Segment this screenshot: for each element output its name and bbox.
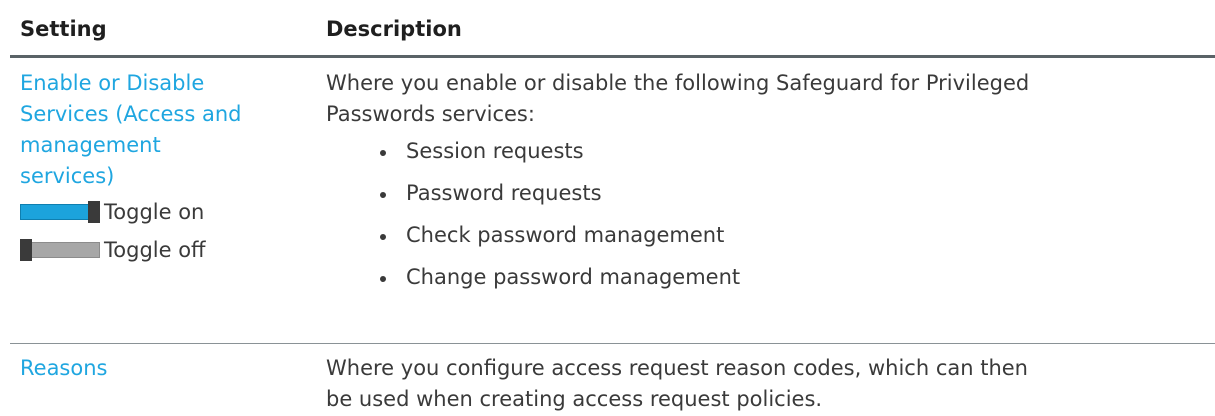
list-item: Change password management	[380, 264, 1215, 290]
description-text: Where you configure access request reaso…	[326, 353, 1215, 415]
table-header-row: Setting Description	[10, 0, 1215, 58]
toggle-off-legend: Toggle off	[20, 232, 320, 268]
list-item: Session requests	[380, 138, 1215, 164]
header-description: Description	[326, 17, 462, 41]
table-row: Enable or Disable Services (Access and m…	[10, 58, 1215, 344]
link-line: Enable or Disable	[20, 71, 205, 95]
description-text: Where you enable or disable the followin…	[326, 68, 1215, 130]
reasons-link[interactable]: Reasons	[20, 353, 320, 384]
table-row: Reasons Where you configure access reque…	[10, 344, 1215, 415]
setting-cell: Enable or Disable Services (Access and m…	[10, 68, 320, 343]
description-line: Passwords services:	[326, 102, 535, 126]
toggle-on-legend: Toggle on	[20, 194, 320, 230]
link-line: Services (Access and	[20, 102, 242, 126]
description-line: Where you configure access request reaso…	[326, 356, 1028, 380]
setting-cell: Reasons	[10, 353, 320, 415]
toggle-on-icon	[20, 201, 100, 223]
toggle-off-label: Toggle off	[104, 238, 206, 262]
settings-table: Setting Description Enable or Disable Se…	[10, 0, 1215, 415]
list-item: Check password management	[380, 222, 1215, 248]
header-setting: Setting	[20, 17, 107, 41]
link-line: management	[20, 133, 161, 157]
enable-disable-services-link[interactable]: Enable or Disable Services (Access and m…	[20, 68, 320, 192]
description-line: be used when creating access request pol…	[326, 387, 823, 411]
services-list: Session requests Password requests Check…	[326, 138, 1215, 290]
link-line: services)	[20, 164, 115, 188]
toggle-on-label: Toggle on	[104, 200, 205, 224]
list-item: Password requests	[380, 180, 1215, 206]
description-line: Where you enable or disable the followin…	[326, 71, 1030, 95]
description-cell: Where you configure access request reaso…	[320, 353, 1215, 415]
description-cell: Where you enable or disable the followin…	[320, 68, 1215, 343]
toggle-off-icon	[20, 239, 100, 261]
